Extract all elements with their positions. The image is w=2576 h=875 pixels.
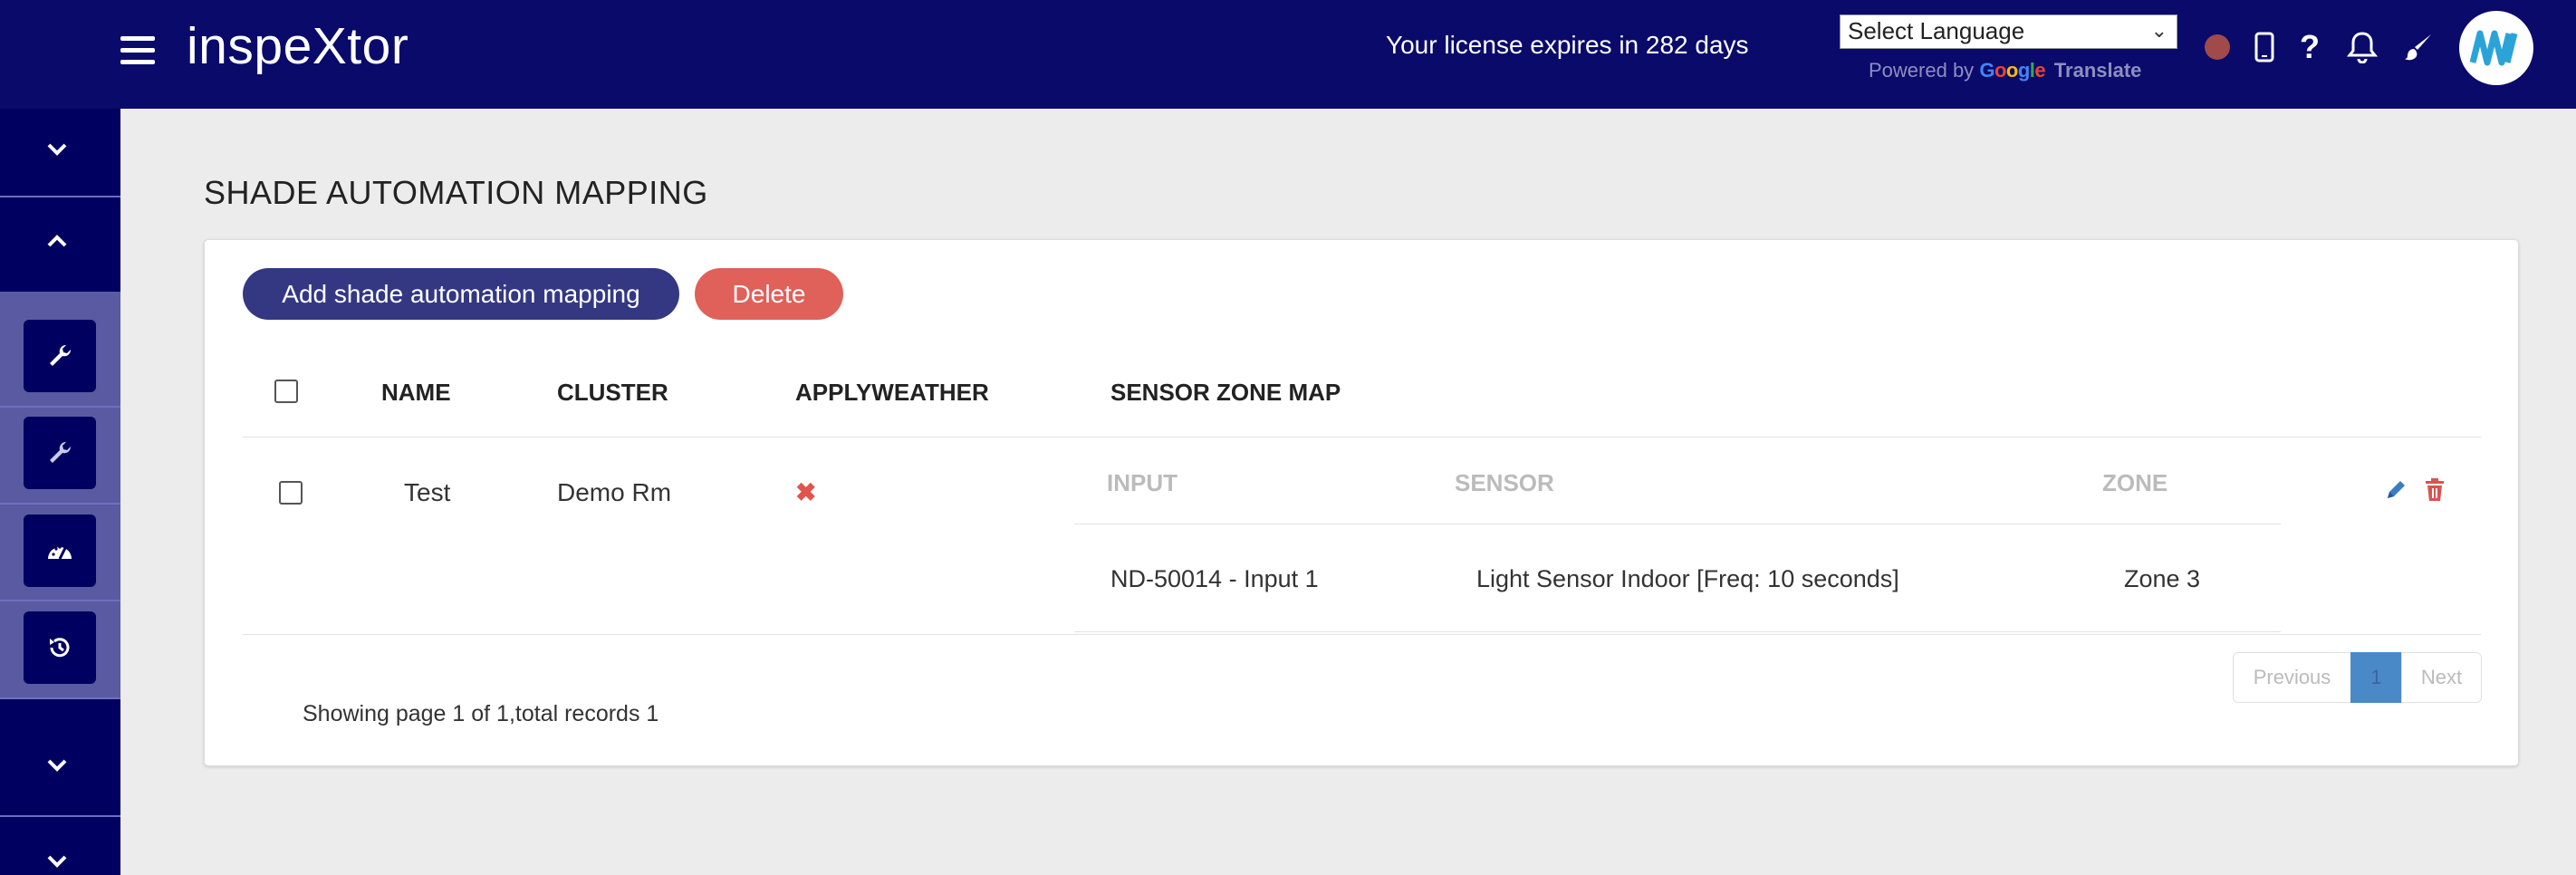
add-mapping-button[interactable]: Add shade automation mapping xyxy=(243,268,679,320)
google-logo[interactable]: Google xyxy=(1979,59,2050,82)
sidebar-divider xyxy=(0,503,120,505)
brush-icon[interactable] xyxy=(2400,29,2437,65)
user-avatar[interactable] xyxy=(2459,11,2533,85)
row-divider xyxy=(243,634,2481,635)
status-indicator xyxy=(2205,34,2230,60)
sidebar-divider xyxy=(0,697,120,699)
sidebar-expand-button[interactable] xyxy=(21,205,93,277)
mobile-icon[interactable] xyxy=(2246,29,2283,65)
row-cluster: Demo Rm xyxy=(557,478,672,506)
page-title: SHADE AUTOMATION MAPPING xyxy=(204,174,708,211)
column-header-sensor-zone-map[interactable]: SENSOR ZONE MAP xyxy=(1110,379,1341,407)
sidebar-section-toggle[interactable] xyxy=(21,825,93,875)
sidebar-divider xyxy=(0,196,120,197)
header-divider xyxy=(243,437,2481,438)
edit-icon[interactable] xyxy=(2384,478,2408,506)
pagination-previous[interactable]: Previous xyxy=(2233,652,2351,703)
language-select-value: Select Language xyxy=(1848,17,2025,44)
subheader-sensor: SENSOR xyxy=(1455,469,1554,496)
bell-icon[interactable] xyxy=(2344,29,2380,65)
sidebar-section-toggle[interactable] xyxy=(21,729,93,802)
applyweather-false-icon: ✖ xyxy=(795,478,817,506)
sidebar-divider xyxy=(0,815,120,817)
powered-by-label: Powered by xyxy=(1869,59,1975,82)
language-select[interactable]: Select Language ⌄ xyxy=(1840,14,2177,49)
column-header-cluster[interactable]: CLUSTER xyxy=(557,379,668,407)
license-status: Your license expires in 282 days xyxy=(1386,31,1749,59)
top-bar: inspeXtor Your license expires in 282 da… xyxy=(0,0,2576,109)
sidebar xyxy=(0,109,120,875)
sensor-map-input: ND-50014 - Input 1 xyxy=(1110,565,1319,592)
sidebar-collapse-button[interactable] xyxy=(21,113,93,186)
sidebar-divider xyxy=(0,600,120,601)
app-brand: inspeXtor xyxy=(187,17,409,75)
sensor-map-row-divider xyxy=(1074,631,2281,632)
sidebar-item-settings[interactable] xyxy=(24,320,96,392)
trash-icon[interactable] xyxy=(2424,478,2446,506)
sensor-map-zone: Zone 3 xyxy=(2124,565,2201,592)
delete-button[interactable]: Delete xyxy=(695,268,843,320)
sidebar-item-history[interactable] xyxy=(24,611,96,684)
sidebar-divider xyxy=(0,406,120,408)
subheader-input: INPUT xyxy=(1107,469,1177,496)
help-icon[interactable]: ? xyxy=(2292,28,2328,65)
sidebar-item-dashboard[interactable] xyxy=(24,514,96,587)
row-checkbox[interactable] xyxy=(279,481,303,505)
sensor-map-sensor: Light Sensor Indoor [Freq: 10 seconds] xyxy=(1476,565,1899,592)
menu-icon[interactable] xyxy=(120,36,155,65)
sidebar-item-tools[interactable] xyxy=(24,417,96,489)
pagination-summary: Showing page 1 of 1,total records 1 xyxy=(303,701,659,726)
select-all-checkbox[interactable] xyxy=(274,380,298,403)
pagination-next[interactable]: Next xyxy=(2401,652,2482,703)
powered-by-google-translate: Powered by Google Translate xyxy=(1869,59,2141,82)
translate-link[interactable]: Translate xyxy=(2054,59,2142,82)
column-header-applyweather[interactable]: APPLYWEATHER xyxy=(795,379,989,407)
subheader-zone: ZONE xyxy=(2102,469,2168,496)
chevron-down-icon: ⌄ xyxy=(2150,19,2167,42)
column-header-name[interactable]: NAME xyxy=(381,379,451,407)
row-name: Test xyxy=(404,478,451,506)
pagination-page-1[interactable]: 1 xyxy=(2350,652,2402,703)
